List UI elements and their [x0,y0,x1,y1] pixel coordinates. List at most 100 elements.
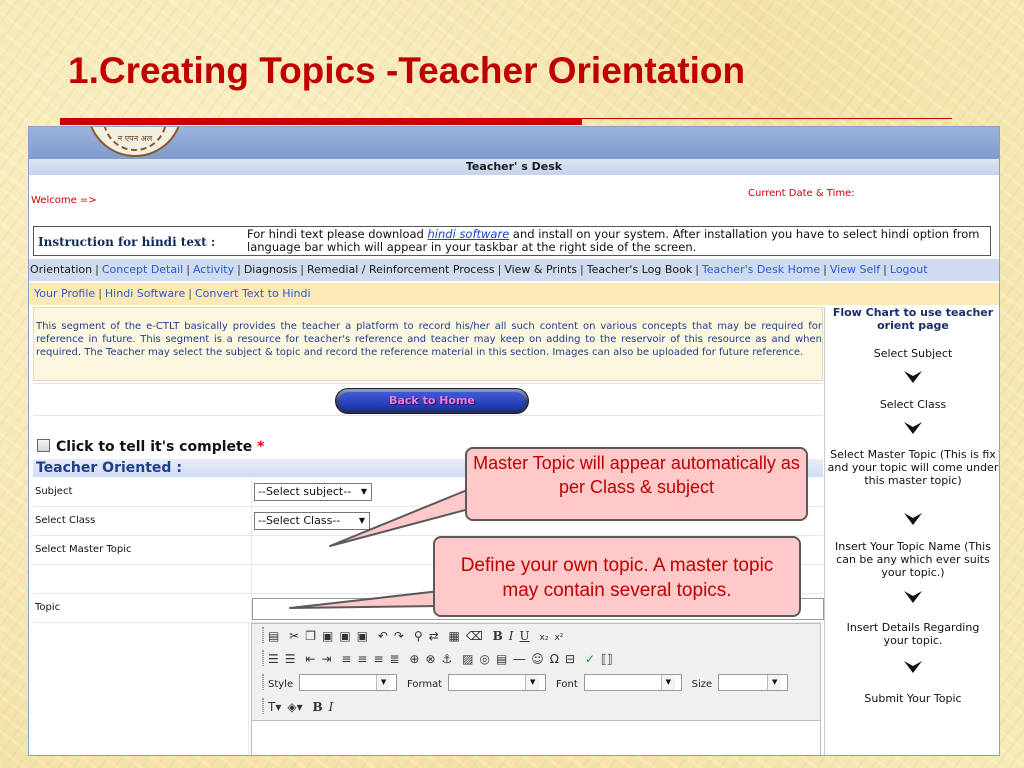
flow-step-subject: Select Subject [873,347,953,360]
nav-diagnosis[interactable]: Diagnosis [244,263,297,276]
subnav-profile[interactable]: Your Profile [34,287,95,300]
numbered-list-icon[interactable]: ☰ [268,652,279,666]
unlink-icon[interactable]: ⊗ [425,652,435,666]
desk-title: Teacher' s Desk [29,159,999,175]
sub-nav: Your Profile | Hindi Software | Convert Text… [29,283,999,305]
style-label: Style [268,679,294,690]
replace-icon[interactable]: ⇄ [429,629,439,643]
italic-icon[interactable]: I [509,629,514,643]
chevron-down-icon: ▼ [767,675,782,690]
editor-toolbar-row-4: T▾ ◈▾ BI [262,698,339,718]
topic-label: Topic [35,602,61,613]
master-topic-callout: Master Topic will appear automatically a… [465,447,808,521]
undo-icon[interactable]: ↶ [378,629,388,643]
bg-color-icon[interactable]: ◈▾ [287,700,302,714]
hindi-instruction-label: Instruction for hindi text : [38,235,216,249]
back-row: Back to Home [33,383,823,416]
bold-icon[interactable]: B [312,700,322,714]
format-label: Format [406,679,443,690]
flow-step-details: Insert Details Regarding your topic. [846,621,980,647]
font-combo[interactable]: ▼ [583,674,682,691]
complete-checkbox[interactable] [37,439,50,452]
hindi-instruction-box: Instruction for hindi text : For hindi t… [33,226,991,256]
nav-activity[interactable]: Activity [193,263,234,276]
arrow-down-icon [904,371,922,383]
class-select[interactable]: --Select Class-- ▼ [254,512,370,530]
copy-icon[interactable]: ❐ [305,629,316,643]
underline-icon[interactable]: U [520,629,530,643]
align-justify-icon[interactable]: ≣ [390,652,400,666]
anchor-icon[interactable]: ⚓ [442,652,453,666]
italic-icon[interactable]: I [329,700,334,714]
subject-select[interactable]: --Select subject-- ▼ [254,483,372,501]
arrow-down-icon [904,422,922,434]
style-combo[interactable]: ▼ [299,674,398,691]
cut-icon[interactable]: ✂ [289,629,299,643]
nav-orientation[interactable]: Orientation [30,263,92,276]
eraser-icon[interactable]: ⌫ [466,629,483,643]
chevron-down-icon: ▼ [660,675,675,690]
back-to-home-button[interactable]: Back to Home [335,388,529,414]
find-icon[interactable]: ⚲ [414,629,423,643]
arrow-down-icon [904,513,922,525]
subject-label: Subject [35,486,73,497]
editor-toolbar-row-3: Style ▼ Format ▼ Font ▼ Size ▼ [262,674,794,694]
size-combo[interactable]: ▼ [718,674,789,691]
align-right-icon[interactable]: ≡ [373,652,383,666]
chevron-down-icon: ▼ [376,675,391,690]
back-to-home-label: Back to Home [339,392,525,410]
align-left-icon[interactable]: ≡ [341,652,351,666]
bold-icon[interactable]: B [493,629,503,643]
paste-word-icon[interactable]: ▣ [357,629,368,643]
font-label: Font [556,679,578,690]
flash-icon[interactable]: ◎ [479,652,489,666]
subnav-hindi-software[interactable]: Hindi Software [105,287,185,300]
title-thin-rule [582,118,952,119]
horizontal-rule-icon[interactable]: ― [513,652,525,666]
editor-toolbar-row-2: ☰ ☰ ⇤ ⇥ ≡ ≡ ≡ ≣ ⊕ ⊗ ⚓ ▨ ◎ ▤ ― ☺ Ω ⊟ ✓ ⟦⟧ [262,650,619,670]
align-center-icon[interactable]: ≡ [357,652,367,666]
text-color-icon[interactable]: T▾ [268,700,281,714]
page-break-icon[interactable]: ⊟ [565,652,575,666]
spellcheck-icon[interactable]: ✓ [585,652,595,666]
title-underline [60,118,582,125]
link-icon[interactable]: ⊕ [409,652,419,666]
special-char-icon[interactable]: Ω [550,652,559,666]
complete-label: Click to tell it's complete [56,439,253,455]
indent-icon[interactable]: ⇥ [321,652,331,666]
nav-desk-home[interactable]: Teacher's Desk Home [702,263,820,276]
select-all-icon[interactable]: ▦ [449,629,460,643]
table-icon[interactable]: ▤ [496,652,507,666]
nav-log-book[interactable]: Teacher's Log Book [587,263,692,276]
nav-concept-detail[interactable]: Concept Detail [102,263,183,276]
size-label: Size [691,679,713,690]
description-box: This segment of the e-CTLT basically pro… [33,307,823,381]
subnav-convert-hindi[interactable]: Convert Text to Hindi [195,287,311,300]
rich-text-editor: ▤ ✂ ❐ ▣ ▣ ▣ ↶ ↷ ⚲ ⇄ ▦ ⌫ BIU x₂ x² ☰ ☰ ⇤ ⇥ ≡ ≡ ≡ ≣ ⊕ ⊗ ⚓… [251,623,821,755]
show-blocks-icon[interactable]: ⟦⟧ [601,652,613,666]
redo-icon[interactable]: ↷ [394,629,404,643]
nav-view-prints[interactable]: View & Prints [504,263,577,276]
chevron-down-icon: ▼ [358,516,365,525]
superscript-icon[interactable]: x² [554,633,563,643]
chevron-down-icon: ▼ [525,675,540,690]
paste-text-icon[interactable]: ▣ [339,629,350,643]
flow-step-class: Select Class [879,398,947,411]
nav-remedial[interactable]: Remedial / Reinforcement Process [307,263,495,276]
hindi-software-link[interactable]: hindi software [428,227,510,241]
bulleted-list-icon[interactable]: ☰ [285,652,296,666]
format-combo[interactable]: ▼ [448,674,547,691]
paste-icon[interactable]: ▣ [322,629,333,643]
subscript-icon[interactable]: x₂ [540,633,549,643]
welcome-text: Welcome => [31,195,97,206]
editor-text-area[interactable] [252,720,820,755]
flow-chart-panel: Flow Chart to use teacher orient page Se… [824,306,999,755]
outdent-icon[interactable]: ⇤ [305,652,315,666]
required-mark: * [257,439,265,455]
nav-logout[interactable]: Logout [890,263,928,276]
nav-view-self[interactable]: View Self [830,263,880,276]
smiley-icon[interactable]: ☺ [531,652,544,666]
source-icon[interactable]: ▤ [268,629,279,643]
image-icon[interactable]: ▨ [462,652,473,666]
editor-left-cell [33,623,249,755]
